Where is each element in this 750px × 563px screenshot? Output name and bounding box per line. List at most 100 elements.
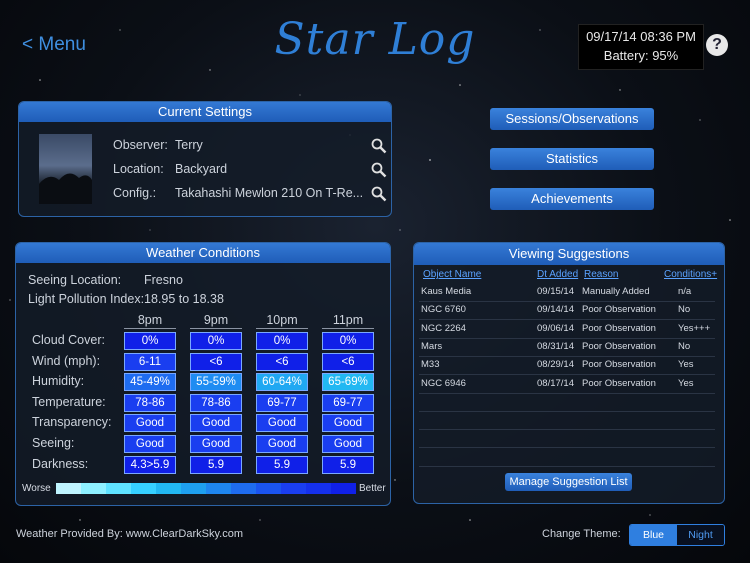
weather-cell: 60-64% [256,373,308,392]
weather-cell: <6 [256,352,308,371]
weather-row-label: Wind (mph): [32,353,101,368]
location-thumbnail[interactable] [39,134,92,204]
weather-cell: Good [190,435,242,453]
header-reason[interactable]: Reason [584,269,618,280]
sessions-observations-button[interactable]: Sessions/Observations [490,108,654,130]
location-value[interactable]: Backyard [175,162,227,176]
suggestion-reason: Poor Observation [582,359,656,371]
scale-swatch [231,483,256,494]
header-date-added[interactable]: Dt Added [537,269,578,280]
suggestion-date: 08/29/14 [537,359,574,371]
suggestion-name[interactable]: NGC 6760 [421,304,466,315]
weather-row-label: Cloud Cover: [32,333,105,347]
suggestion-conditions: Yes+++ [678,322,711,334]
weather-cell: 69-77 [256,393,308,412]
suggestion-name[interactable]: NGC 6946 [421,378,466,389]
scale-swatch [181,483,206,494]
tree-silhouette-icon [39,173,92,204]
weather-cell: Good [124,435,176,453]
suggestion-name[interactable]: NGC 2264 [421,323,466,334]
suggestion-name[interactable]: Kaus Media [421,286,471,297]
datetime-text: 09/17/14 08:36 PM [586,29,696,44]
weather-cell: 5.9 [256,455,308,474]
weather-cell: Good [256,435,308,453]
weather-cell: <6 [190,352,242,371]
weather-row-label: Darkness: [32,456,89,471]
weather-cell: 0% [256,332,308,350]
condition-color-scale [56,483,356,494]
suggestion-reason: Poor Observation [582,304,656,316]
hour-header: 8pm [124,313,176,329]
row-divider [419,337,715,339]
row-divider [419,319,715,321]
scale-swatch [306,483,331,494]
scale-swatch [56,483,81,494]
scale-swatch [256,483,281,494]
observer-label: Observer: [113,138,168,152]
viewing-suggestions-title: Viewing Suggestions [414,243,724,265]
scale-swatch [281,483,306,494]
weather-conditions-title: Weather Conditions [16,243,390,263]
weather-cell: 5.9 [190,455,242,474]
suggestion-reason: Poor Observation [582,377,656,389]
scale-swatch [81,483,106,494]
suggestion-name[interactable]: Mars [421,341,442,352]
help-button[interactable]: ? [706,34,728,56]
manage-suggestion-list-button[interactable]: Manage Suggestion List [505,473,632,491]
change-theme-label: Change Theme: [542,528,621,540]
weather-cell: 4.3>5.9 [124,455,176,474]
weather-row-label: Humidity: [32,374,85,389]
config-label: Config.: [113,186,157,200]
suggestion-reason: Manually Added [582,286,650,297]
theme-blue-option[interactable]: Blue [630,525,677,545]
location-label: Location: [113,162,164,176]
weather-cell: 5.9 [322,455,374,474]
row-divider [419,355,715,357]
weather-cell: Good [256,414,308,433]
suggestion-date: 08/17/14 [537,377,574,389]
scale-swatch [156,483,181,494]
suggestion-date: 09/14/14 [537,304,574,316]
theme-night-option[interactable]: Night [677,525,724,545]
weather-cell: Good [322,435,374,453]
statistics-button[interactable]: Statistics [490,148,654,170]
weather-cell: 69-77 [322,393,374,412]
header-conditions[interactable]: Conditions+ [664,269,717,280]
seeing-location-label: Seeing Location: [28,273,122,287]
theme-toggle: Blue Night [629,524,725,546]
weather-cell: Good [322,414,374,433]
config-value[interactable]: Takahashi Mewlon 210 On T-Re... [175,186,363,200]
weather-cell: <6 [322,352,374,371]
current-settings-title: Current Settings [19,102,391,122]
suggestion-date: 09/15/14 [537,286,574,297]
suggestion-reason: Poor Observation [582,340,656,352]
suggestion-name[interactable]: M33 [421,359,439,370]
light-pollution-value: 18.95 to 18.38 [144,292,224,306]
observer-value[interactable]: Terry [175,138,203,152]
weather-cell: 78-86 [124,393,176,412]
weather-cell: 0% [322,332,374,350]
hour-header: 9pm [190,313,242,329]
weather-row-label: Temperature: [32,394,106,409]
status-box: 09/17/14 08:36 PM Battery: 95% [578,24,704,70]
seeing-location-value: Fresno [144,273,183,287]
suggestion-reason: Poor Observation [582,322,656,334]
scale-worse-label: Worse [22,483,51,494]
suggestion-conditions: Yes [678,359,694,371]
scale-better-label: Better [359,483,386,494]
current-settings-panel: Current Settings Observer: Terry Locatio… [18,101,392,217]
scale-swatch [131,483,156,494]
weather-cell: Good [124,414,176,433]
weather-cell: 6-11 [124,352,176,371]
achievements-button[interactable]: Achievements [490,188,654,210]
observer-search-icon[interactable] [371,138,387,154]
light-pollution-label: Light Pollution Index: [28,292,145,306]
header-object-name[interactable]: Object Name [423,269,481,280]
hour-header: 10pm [256,313,308,329]
weather-credit-text: Weather Provided By: www.ClearDarkSky.co… [16,528,243,540]
weather-cell: 0% [190,332,242,350]
location-search-icon[interactable] [371,162,387,178]
suggestion-conditions: No [678,340,691,352]
config-search-icon[interactable] [371,186,387,202]
suggestion-conditions: Yes [678,377,694,389]
